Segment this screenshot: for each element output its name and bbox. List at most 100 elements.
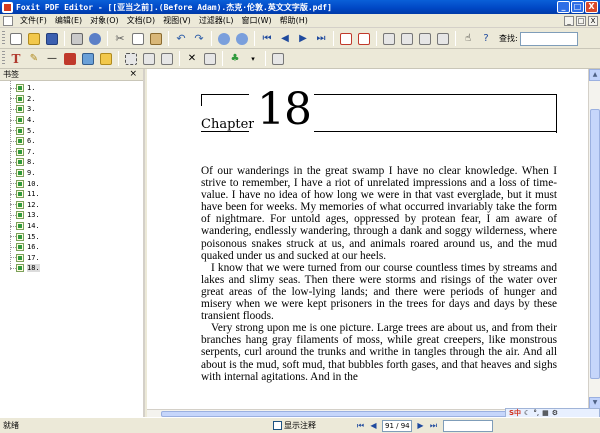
- hand-tool-button[interactable]: ☝: [460, 31, 476, 47]
- select-icon: [125, 52, 137, 65]
- bookmark-item[interactable]: 7.: [0, 147, 143, 158]
- zoom-out-button[interactable]: [216, 31, 232, 47]
- align-button[interactable]: [202, 51, 218, 67]
- new-document-button[interactable]: [8, 31, 24, 47]
- maximize-button[interactable]: □: [571, 1, 584, 13]
- print-button[interactable]: [69, 31, 85, 47]
- line-tool-button[interactable]: —: [44, 51, 60, 67]
- ungroup-button[interactable]: [159, 51, 175, 67]
- edit-toolbar: T ✎ — ✕ ♣ ▾: [0, 49, 600, 69]
- copy-button[interactable]: [130, 31, 146, 47]
- doc-close-button[interactable]: X: [588, 16, 598, 26]
- page-grid-button[interactable]: [435, 31, 451, 47]
- bookmark-item[interactable]: 8.: [0, 157, 143, 168]
- bookmark-item[interactable]: 12.: [0, 200, 143, 211]
- bookmark-item[interactable]: 5.: [0, 125, 143, 136]
- page-layout-button[interactable]: [399, 31, 415, 47]
- page-number-field[interactable]: 91 / 94: [382, 419, 412, 432]
- document-menu-icon[interactable]: [3, 15, 13, 26]
- crop-icon: [383, 32, 395, 45]
- help-button[interactable]: ?: [478, 31, 494, 47]
- text-tool-button[interactable]: T: [8, 51, 24, 67]
- redo-button[interactable]: ↷: [191, 31, 207, 47]
- menu-file[interactable]: 文件(F): [16, 15, 51, 26]
- toolbar-grip[interactable]: [2, 51, 5, 66]
- menu-filter[interactable]: 过滤器(L): [195, 15, 238, 26]
- zoom-in-button[interactable]: [234, 31, 250, 47]
- bookmark-item[interactable]: 1.: [0, 83, 143, 94]
- menu-help[interactable]: 帮助(H): [276, 15, 312, 26]
- bookmark-item[interactable]: 18.: [0, 263, 143, 274]
- scroll-up-arrow[interactable]: ▲: [589, 69, 600, 81]
- status-bar: 就绪 显示注释 ⏮ ◀ 91 / 94 ▶ ⏭: [0, 417, 600, 433]
- crop-button[interactable]: [381, 31, 397, 47]
- color-dropdown-button[interactable]: ▾: [245, 51, 261, 67]
- close-button[interactable]: X: [585, 1, 598, 13]
- bookmark-item[interactable]: 15.: [0, 231, 143, 242]
- bookmark-icon: [16, 105, 24, 114]
- prev-page-button[interactable]: ◀: [277, 31, 293, 47]
- bookmark-item[interactable]: 16.: [0, 242, 143, 253]
- line-width-button[interactable]: [270, 51, 286, 67]
- shape-tool-button[interactable]: [62, 51, 78, 67]
- edit-object-button[interactable]: [98, 51, 114, 67]
- menu-object[interactable]: 对象(O): [86, 15, 123, 26]
- group-button[interactable]: [141, 51, 157, 67]
- first-page-button[interactable]: ⏮: [259, 31, 275, 47]
- bookmark-item[interactable]: 9.: [0, 168, 143, 179]
- toolbar-grip[interactable]: [2, 31, 5, 46]
- menu-edit[interactable]: 编辑(E): [51, 15, 86, 26]
- color-palette-icon: ♣: [230, 53, 240, 64]
- undo-button[interactable]: ↶: [173, 31, 189, 47]
- bookmark-item[interactable]: 17.: [0, 253, 143, 264]
- toolbar-separator: [118, 51, 119, 66]
- bookmark-icon: [16, 200, 24, 209]
- status-next-page-button[interactable]: ▶: [415, 420, 426, 431]
- select-button[interactable]: [123, 51, 139, 67]
- properties-button[interactable]: [87, 31, 103, 47]
- paragraph: Very strong upon me is one picture. Larg…: [201, 322, 557, 383]
- search-input[interactable]: [519, 31, 578, 46]
- transform-button[interactable]: ✕: [184, 51, 200, 67]
- bookmark-item[interactable]: 6.: [0, 136, 143, 147]
- bookmark-item[interactable]: 10.: [0, 178, 143, 189]
- bookmark-panel-close-button[interactable]: ×: [129, 69, 137, 79]
- doc-restore-button[interactable]: □: [576, 16, 586, 26]
- menu-view[interactable]: 视图(V): [159, 15, 195, 26]
- show-annotations-label: 显示注释: [284, 421, 316, 430]
- last-page-button[interactable]: ⏭: [313, 31, 329, 47]
- status-first-page-button[interactable]: ⏮: [355, 420, 366, 431]
- next-page-button[interactable]: ▶: [295, 31, 311, 47]
- image-tool-button[interactable]: [80, 51, 96, 67]
- paste-button[interactable]: [148, 31, 164, 47]
- insert-page-button[interactable]: [338, 31, 354, 47]
- vertical-scroll-thumb[interactable]: [590, 109, 600, 379]
- color-button[interactable]: ♣: [227, 51, 243, 67]
- status-prev-page-button[interactable]: ◀: [368, 420, 379, 431]
- bookmark-item[interactable]: 13.: [0, 210, 143, 221]
- open-button[interactable]: [26, 31, 42, 47]
- bookmark-item[interactable]: 11.: [0, 189, 143, 200]
- save-button[interactable]: [44, 31, 60, 47]
- status-last-page-button[interactable]: ⏭: [428, 420, 439, 431]
- document-view[interactable]: Chapter 18 Of our wanderings in the grea…: [147, 69, 588, 409]
- delete-page-button[interactable]: [356, 31, 372, 47]
- foxit-app-icon[interactable]: [2, 1, 13, 13]
- menu-document[interactable]: 文档(D): [123, 15, 159, 26]
- bookmark-item[interactable]: 4.: [0, 115, 143, 126]
- cut-button[interactable]: ✂: [112, 31, 128, 47]
- menu-window[interactable]: 窗口(W): [238, 15, 276, 26]
- show-annotations-checkbox[interactable]: [273, 421, 282, 430]
- bookmark-item[interactable]: 14.: [0, 221, 143, 232]
- bookmark-item[interactable]: 3.: [0, 104, 143, 115]
- bookmark-label: 10.: [27, 179, 40, 188]
- vertical-scrollbar[interactable]: ▲ ▼: [588, 69, 600, 409]
- bookmark-item[interactable]: 2.: [0, 94, 143, 105]
- toolbar-separator: [64, 31, 65, 46]
- zoom-select[interactable]: [443, 419, 493, 432]
- doc-minimize-button[interactable]: _: [564, 16, 574, 26]
- pencil-tool-button[interactable]: ✎: [26, 51, 42, 67]
- line-icon: —: [47, 53, 57, 64]
- minimize-button[interactable]: _: [557, 1, 570, 13]
- page-arrange-button[interactable]: [417, 31, 433, 47]
